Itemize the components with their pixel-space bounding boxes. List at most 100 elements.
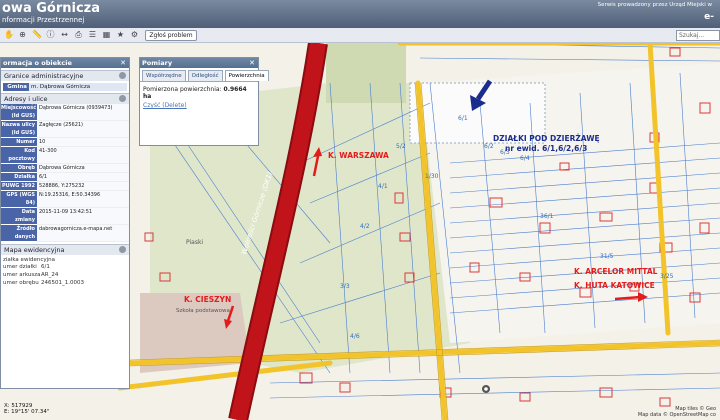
tab-distance[interactable]: Odległość [187, 70, 223, 81]
address-key: Miejscowość (Id GUS) [1, 104, 37, 121]
ew-key: umer obrębu [3, 280, 39, 286]
ew-key: umer arkusza [3, 272, 41, 278]
address-key: Obręb [1, 164, 37, 173]
report-problem-button[interactable]: Zgłoś problem [145, 30, 197, 41]
address-row: Źródło danych dabrowagornicza.e-mapa.net [1, 225, 129, 242]
ew-row: umer arkusza AR_24 [1, 271, 129, 279]
ew-row: umer obrębu 246501_1.0003 [1, 279, 129, 287]
parcel-6-2[interactable]: 6/2 [484, 143, 494, 150]
address-row: GPS (WGS 84) N:19.25316, E:50.34396 [1, 191, 129, 208]
parcel-31-5[interactable]: 31/5 [600, 253, 613, 260]
layers-icon[interactable]: ☰ [88, 30, 97, 39]
address-value: 6/1 [37, 173, 129, 182]
print-icon[interactable] [119, 246, 126, 253]
parcel-4-6[interactable]: 4/6 [350, 333, 360, 340]
parcel-3-25[interactable]: 3/25 [660, 273, 673, 280]
address-key: Źródło danych [1, 225, 37, 242]
coordinate-readout: X: 517929 E: 19°15' 07.34" [4, 403, 49, 415]
address-value: 2015-11-09 13:42:51 [37, 208, 129, 225]
app-subtitle: nformacji Przestrzennej [2, 16, 85, 24]
admin-value: m. Dąbrowa Górnicza [29, 83, 127, 91]
address-key: Nazwa ulicy (Id GUS) [1, 121, 37, 138]
measure-panel-title-text: Pomiary [142, 59, 173, 67]
address-row: Data zmiany 2015-11-09 13:42:51 [1, 208, 129, 225]
clear-measure-link[interactable]: Czyść (Delete) [140, 101, 258, 110]
parcel-3-3[interactable]: 3/3 [340, 283, 350, 290]
ew-table: umer działki 6/1 umer arkusza AR_24 umer obr… [1, 263, 129, 287]
info-panel-title-text: ormacja o obiekcie [3, 59, 72, 67]
address-key: Numer [1, 138, 37, 147]
label-school: Szkoła podstawowa [176, 308, 230, 314]
print-icon[interactable] [119, 72, 126, 79]
attribution-data: Map data © OpenStreetMap co [637, 412, 716, 418]
label-dzialki-numbers: nr ewid. 6/1,6/2,6/3 [505, 144, 588, 153]
coord-y: E: 19°15' 07.34" [4, 409, 50, 415]
app-header: owa Górnicza nformacji Przestrzennej Ser… [0, 0, 720, 28]
pan-icon[interactable]: ✋ [4, 30, 14, 39]
tab-coordinates[interactable]: Współrzędne [142, 70, 186, 81]
address-row: Kod pocztowy 41-300 [1, 147, 129, 164]
label-dzialki-title: DZIAŁKI POD DZIERŻAWĘ [493, 134, 600, 143]
parcel-1-30[interactable]: 1/30 [425, 173, 438, 180]
measure-result: Pomierzona powierzchnia: 0.9664 ha [140, 82, 258, 101]
parcel-36-1[interactable]: 36/1 [540, 213, 553, 220]
section-address[interactable]: Adresy i ulice [1, 93, 129, 104]
toolbar: ✋ ⊕ 📏 ⓘ ↔ ⎙ ☰ ▦ ★ ⚙ Zgłoś problem Szukaj… [0, 28, 720, 43]
ew-value: AR_24 [41, 272, 59, 278]
grid-icon[interactable]: ▦ [102, 30, 111, 39]
parcel-4-1[interactable]: 4/1 [378, 183, 388, 190]
app-title: owa Górnicza [2, 1, 101, 16]
address-value: 528886, Y:275232 [37, 182, 129, 191]
measure-panel-title: Pomiary ✕ [140, 58, 258, 68]
address-key: PUWG 1992 [1, 182, 37, 191]
measure-result-label: Pomierzona powierzchnia: [143, 86, 222, 93]
label-k-warszawa: K. WARSZAWA [328, 151, 389, 160]
section-map-label: Mapa ewidencyjna [4, 246, 65, 254]
label-k-cieszyn: K. CIESZYN [184, 295, 232, 304]
section-address-label: Adresy i ulice [4, 95, 48, 103]
parcel-6-4[interactable]: 6/4 [520, 155, 530, 162]
address-row: Działka 6/1 [1, 173, 129, 182]
settings-icon[interactable]: ⚙ [130, 30, 139, 39]
address-key: Data zmiany [1, 208, 37, 225]
section-map[interactable]: Mapa ewidencyjna [1, 244, 129, 255]
close-icon[interactable]: ✕ [249, 58, 255, 68]
parcel-5-2[interactable]: 5/2 [396, 143, 406, 150]
address-value: 41-300 [37, 147, 129, 164]
print-icon[interactable]: ⎙ [74, 30, 83, 39]
map-attribution: Map tiles © Geo Map data © OpenStreetMap… [638, 406, 716, 418]
label-place: Piaski [186, 239, 204, 246]
section-admin-label: Granice administracyjne [4, 72, 84, 80]
ew-key: umer działki [3, 264, 37, 270]
tab-area[interactable]: Powierzchnia [224, 70, 269, 81]
info-panel-title: ormacja o obiekcie ✕ [1, 58, 129, 68]
ew-value: 6/1 [41, 264, 50, 270]
parcel-6-1[interactable]: 6/1 [458, 115, 468, 122]
close-icon[interactable]: ✕ [120, 58, 126, 68]
info-icon[interactable]: ⓘ [46, 30, 55, 39]
address-key: GPS (WGS 84) [1, 191, 37, 208]
ew-row: umer działki 6/1 [1, 263, 129, 271]
address-key: Kod pocztowy [1, 147, 37, 164]
search-input[interactable]: Szukaj... [676, 30, 720, 41]
section-admin[interactable]: Granice administracyjne [1, 70, 129, 81]
address-row: Numer 10 [1, 138, 129, 147]
print-icon[interactable] [119, 95, 126, 102]
header-notice: Serwis prowadzony przez Urząd Miejski w [597, 2, 712, 8]
distance-icon[interactable]: ↔ [60, 30, 69, 39]
parcel-4-2[interactable]: 4/2 [360, 223, 370, 230]
measure-icon[interactable]: 📏 [32, 30, 42, 39]
address-table: Miejscowość (Id GUS) Dąbrowa Górnicza (09… [1, 104, 129, 242]
admin-row: Gmina m. Dąbrowa Górnicza [3, 83, 127, 91]
address-value: Dąbrowa Górnicza (0939473) [37, 104, 129, 121]
label-k-arcelor: K. ARCELOR MITTAL [574, 267, 658, 276]
address-value: N:19.25316, E:50.34396 [37, 191, 129, 208]
address-key: Działka [1, 173, 37, 182]
address-value: Dąbrowa Górnicza [37, 164, 129, 173]
zoom-in-icon[interactable]: ⊕ [18, 30, 27, 39]
bookmark-icon[interactable]: ★ [116, 30, 125, 39]
admin-key: Gmina [3, 83, 29, 91]
measure-tabs: Współrzędne Odległość Powierzchnia [140, 68, 269, 82]
address-value: 10 [37, 138, 129, 147]
brand-logo[interactable]: e- [704, 12, 714, 22]
